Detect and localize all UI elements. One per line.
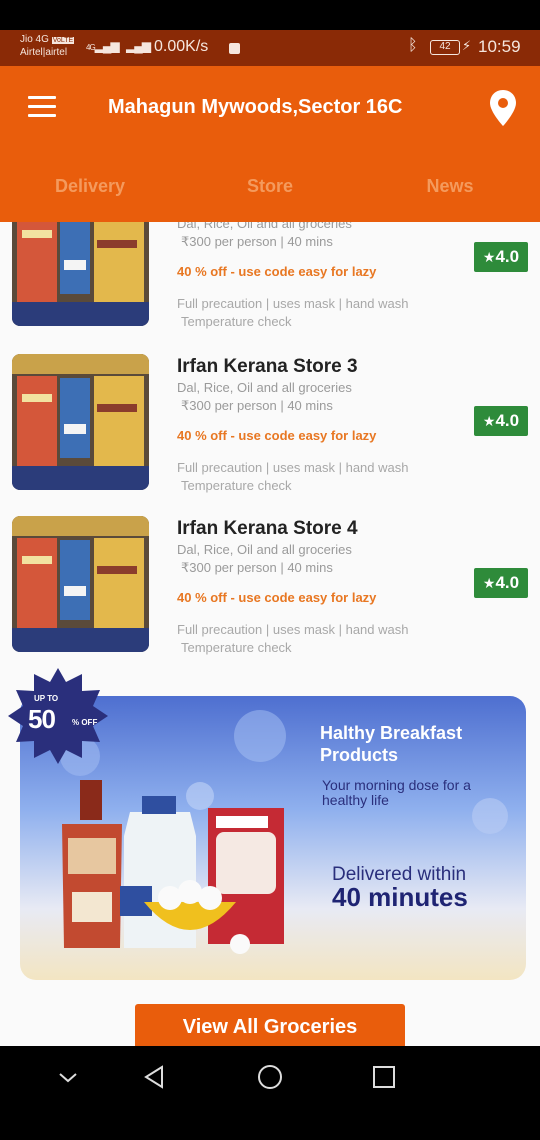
store-card[interactable]: Dal, Rice, Oil and all groceries ₹300 pe… <box>0 222 540 329</box>
banner-subtitle: Your morning dose for a healthy life <box>322 777 471 808</box>
banner-heading: Halthy Breakfast Products <box>320 723 463 765</box>
store-precaution-2: Temperature check <box>181 478 292 493</box>
badge-unit: % OFF <box>72 718 98 727</box>
chevron-down-icon[interactable] <box>48 1062 88 1092</box>
store-description: Dal, Rice, Oil and all groceries <box>177 380 352 395</box>
tab-delivery[interactable]: Delivery <box>20 176 160 197</box>
top-black-bar <box>0 0 540 30</box>
tab-bar: Delivery Store News <box>0 168 540 202</box>
rating-badge: ★4.0 <box>474 242 528 272</box>
charging-icon: ⚡ <box>462 38 472 53</box>
app-header: Mahagun Mywoods,Sector 16C Delivery Stor… <box>0 66 540 222</box>
discount-badge: UP TO 50 % OFF <box>8 668 108 764</box>
store-card[interactable]: Irfan Kerana Store 3 Dal, Rice, Oil and … <box>0 354 540 493</box>
carrier-info: Jio 4G VoLTE Airtel|airtel <box>20 34 75 59</box>
triangle-back-icon[interactable] <box>134 1062 174 1092</box>
rating-value: 4.0 <box>495 573 520 592</box>
carrier1-label: Jio 4G <box>20 34 49 45</box>
rating-value: 4.0 <box>495 247 520 266</box>
store-price: ₹300 per person | 40 mins <box>181 398 333 413</box>
battery-icon: 42 <box>430 40 460 55</box>
store-description: Dal, Rice, Oil and all groceries <box>177 222 352 231</box>
rating-badge: ★4.0 <box>474 406 528 436</box>
store-thumbnail <box>12 516 149 652</box>
store-precaution: Full precaution | uses mask | hand wash <box>177 296 409 311</box>
circle-home-icon[interactable] <box>250 1062 290 1092</box>
star-icon: ★ <box>482 413 496 429</box>
net-type-label: 4G <box>86 43 96 52</box>
store-thumbnail <box>12 222 149 326</box>
hamburger-icon[interactable] <box>28 96 56 118</box>
carrier2-label: Airtel|airtel <box>20 47 68 58</box>
store-price: ₹300 per person | 40 mins <box>181 234 333 249</box>
badge-value: 50 <box>28 704 56 734</box>
store-list[interactable]: Dal, Rice, Oil and all groceries ₹300 pe… <box>0 222 540 1046</box>
volte-label: VoLTE <box>51 37 75 44</box>
store-card[interactable]: Irfan Kerana Store 4 Dal, Rice, Oil and … <box>0 516 540 655</box>
star-icon: ★ <box>482 575 496 591</box>
signal2-icon: ▂▄▆ <box>126 39 151 53</box>
store-price: ₹300 per person | 40 mins <box>181 560 333 575</box>
tab-store[interactable]: Store <box>200 176 340 197</box>
badge-top-text: UP TO <box>34 694 59 703</box>
star-icon: ★ <box>482 249 496 265</box>
store-name: Irfan Kerana Store 4 <box>177 518 358 539</box>
battery-level: 42 <box>439 41 451 52</box>
rating-badge: ★4.0 <box>474 568 528 598</box>
store-precaution-2: Temperature check <box>181 314 292 329</box>
system-nav-bar <box>0 1046 540 1140</box>
store-name: Irfan Kerana Store 3 <box>177 356 358 377</box>
notification-icon <box>229 43 240 54</box>
signal-icon: 4G▂▄▆ <box>86 39 120 53</box>
bluetooth-icon: ᛒ <box>408 37 418 54</box>
store-offer: 40 % off - use code easy for lazy <box>177 590 377 605</box>
store-offer: 40 % off - use code easy for lazy <box>177 428 377 443</box>
network-speed: 0.00K/s <box>154 38 209 55</box>
store-offer: 40 % off - use code easy for lazy <box>177 264 377 279</box>
tab-news[interactable]: News <box>380 176 520 197</box>
store-description: Dal, Rice, Oil and all groceries <box>177 542 352 557</box>
view-all-groceries-button[interactable]: View All Groceries <box>135 1004 405 1046</box>
store-precaution: Full precaution | uses mask | hand wash <box>177 460 409 475</box>
store-precaution-2: Temperature check <box>181 640 292 655</box>
location-pin-icon[interactable] <box>488 88 518 128</box>
starburst-icon <box>8 668 108 764</box>
status-bar: Jio 4G VoLTE Airtel|airtel 4G▂▄▆ ▂▄▆ 0.0… <box>0 30 540 66</box>
location-title[interactable]: Mahagun Mywoods,Sector 16C <box>108 96 403 119</box>
banner-delivery-line2: 40 minutes <box>332 882 468 912</box>
store-precaution: Full precaution | uses mask | hand wash <box>177 622 409 637</box>
rating-value: 4.0 <box>495 411 520 430</box>
square-recent-icon[interactable] <box>364 1062 404 1092</box>
store-thumbnail <box>12 354 149 490</box>
clock: 10:59 <box>478 37 521 56</box>
